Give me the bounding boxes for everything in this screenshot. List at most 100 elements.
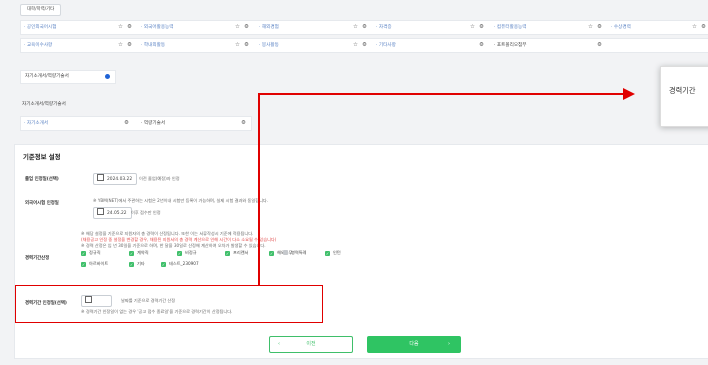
- checkbox-career-type[interactable]: ✓ 비정규: [177, 250, 197, 256]
- gear-icon[interactable]: ⚙: [479, 39, 484, 52]
- zoom-callout: 경력기간: [660, 66, 708, 127]
- chevron-right-icon: ›: [448, 341, 450, 347]
- gear-icon[interactable]: ⚙: [701, 21, 706, 34]
- prev-button-label: 이전: [306, 341, 316, 347]
- checkbox-checked-icon: ✓: [129, 251, 134, 256]
- grid-item[interactable]: · 기타사항 ⚙: [373, 39, 488, 52]
- star-icon[interactable]: ☆: [353, 39, 358, 52]
- checkbox-checked-icon: ✓: [177, 251, 182, 256]
- grid-item-label: · 교육이수사항: [24, 43, 53, 48]
- checkbox-unchecked-icon: [283, 250, 288, 255]
- grid-item[interactable]: · 봉사활동 ☆ ⚙: [256, 39, 371, 52]
- intro-box-label: 자기소개서/역량기술서: [25, 74, 69, 79]
- gear-icon[interactable]: ⚙: [597, 21, 602, 34]
- star-icon[interactable]: ☆: [588, 21, 593, 34]
- foreign-test-date-value: 24.05.22: [107, 211, 127, 216]
- grid-item-label: · 봉사활동: [259, 43, 279, 48]
- section-title: 기준정보 설정: [23, 153, 61, 161]
- grid-item-label: · 자격증: [376, 25, 392, 30]
- calendar-icon: [97, 208, 104, 215]
- grid-item[interactable]: · 외국어활용능력 ☆ ⚙: [138, 21, 253, 34]
- arrow-right-icon: [623, 88, 635, 100]
- foreign-test-note: ※ YBM(NET)에서 주관하는 시험은 2년이내 시험만 등록이 가능하며,…: [93, 198, 269, 203]
- callout-text: 경력기간: [669, 86, 696, 95]
- grad-date-label: 졸업 인정일(선택): [25, 177, 59, 182]
- prev-button[interactable]: ‹ 이전: [269, 336, 353, 353]
- foreign-test-label: 외국어시험 인정일: [25, 201, 59, 206]
- grid-item[interactable]: · 컴퓨터활용능력 ☆ ⚙: [491, 21, 606, 34]
- grad-date-note: 이전 졸업(예정)자 인정: [139, 176, 180, 181]
- intro-section-box: 자기소개서/역량기술서: [20, 70, 116, 84]
- grad-date-value: 2024.03.22: [107, 177, 133, 182]
- intro-item-label: · 자기소개서: [24, 121, 49, 126]
- checkbox-checked-icon: ✓: [269, 251, 274, 256]
- star-icon[interactable]: ☆: [353, 21, 358, 34]
- foreign-test-date-note: 이후 점수만 인정: [131, 210, 161, 215]
- intro-section-title: 자기소개서/역량기술서: [22, 102, 66, 107]
- grad-date-input[interactable]: 2024.03.22: [93, 173, 138, 185]
- star-icon[interactable]: ☆: [692, 21, 697, 34]
- checkbox-career-type[interactable]: ✓ 프리랜서: [225, 250, 248, 256]
- next-button-label: 다음: [409, 341, 419, 347]
- grid-item[interactable]: · 포트폴리오첨부 ⚙: [491, 39, 606, 52]
- grid-item-label: · 공인외국어시험: [24, 25, 57, 30]
- checkbox-checked-icon: ✓: [225, 251, 230, 256]
- gear-icon[interactable]: ⚙: [241, 117, 246, 130]
- grid-item[interactable]: · 해외경험 ☆ ⚙: [256, 21, 371, 34]
- gear-icon[interactable]: ⚙: [127, 39, 132, 52]
- grid-item[interactable]: · 교육이수사항 ☆ ⚙: [21, 39, 136, 52]
- career-calc-label: 경력기간산정: [25, 256, 50, 261]
- grid-item-label: · 기타사항: [376, 43, 396, 48]
- grid-item[interactable]: · 수상경력 ☆ ⚙: [608, 21, 708, 34]
- intro-item[interactable]: · 자기소개서 ⚙: [21, 117, 136, 130]
- checkbox-career-type[interactable]: ✓ 아르바이트: [81, 261, 108, 267]
- next-button[interactable]: 다음 ›: [367, 336, 461, 353]
- checkbox-career-type[interactable]: ✓ 테스트_230907: [161, 261, 199, 267]
- gear-icon[interactable]: ⚙: [597, 39, 602, 52]
- intro-item[interactable]: · 역량기술서 ⚙: [138, 117, 251, 130]
- star-icon[interactable]: ☆: [118, 39, 123, 52]
- grid-item-label: · 학내외활동: [141, 43, 166, 48]
- star-icon[interactable]: ☆: [235, 39, 240, 52]
- gear-icon[interactable]: ⚙: [244, 39, 249, 52]
- grid-item-label: · 외국어활용능력: [141, 25, 174, 30]
- chevron-left-icon: ‹: [278, 341, 280, 347]
- star-icon[interactable]: ☆: [118, 21, 123, 34]
- intro-item-label: · 역량기술서: [141, 121, 166, 126]
- grid-item[interactable]: · 학내외활동 ☆ ⚙: [138, 39, 253, 52]
- checkbox-career-type[interactable]: ✓ 기타: [129, 261, 145, 267]
- gear-icon[interactable]: ⚙: [479, 21, 484, 34]
- grid-item[interactable]: · 자격증 ☆ ⚙: [373, 21, 488, 34]
- checkbox-checked-icon: ✓: [325, 251, 330, 256]
- grid-item-label: · 포트폴리오첨부: [494, 43, 527, 48]
- gear-icon[interactable]: ⚙: [127, 21, 132, 34]
- criteria-settings-card: 기준정보 설정 졸업 인정일(선택) 2024.03.22 이전 졸업(예정)자…: [14, 144, 708, 359]
- grid-item-label: · 수상경력: [611, 25, 631, 30]
- checkbox-checked-icon: ✓: [81, 262, 86, 267]
- checkbox-career-type[interactable]: ✓ 계약직: [129, 250, 149, 256]
- checkbox-career-type[interactable]: 병역특례: [283, 250, 306, 256]
- grid-item-label: · 해외경험: [259, 25, 279, 30]
- grid-item[interactable]: · 공인외국어시험 ☆ ⚙: [21, 21, 136, 34]
- item-grid-row-1: · 공인외국어시험 ☆ ⚙ · 외국어활용능력 ☆ ⚙ · 해외경험 ☆ ⚙ · 자격증 ☆ ⚙…: [20, 20, 708, 35]
- calendar-icon: [97, 174, 104, 181]
- info-dot-icon[interactable]: [105, 74, 110, 79]
- checkbox-career-type[interactable]: ✓ 정규직: [81, 250, 101, 256]
- page: 대학/학력/기타 · 공인외국어시험 ☆ ⚙ · 외국어활용능력 ☆ ⚙ · 해외경험 ☆…: [0, 0, 708, 365]
- gear-icon[interactable]: ⚙: [244, 21, 249, 34]
- highlight-box: [15, 285, 323, 323]
- category-tab[interactable]: 대학/학력/기타: [20, 4, 62, 16]
- annotation-line-horizontal: [258, 93, 624, 95]
- checkbox-checked-icon: ✓: [129, 262, 134, 267]
- annotation-line-vertical: [258, 94, 260, 285]
- star-icon[interactable]: ☆: [470, 21, 475, 34]
- checkbox-career-type[interactable]: ✓ 인턴: [325, 250, 341, 256]
- grid-item-label: · 컴퓨터활용능력: [494, 25, 527, 30]
- item-grid-row-2: · 교육이수사항 ☆ ⚙ · 학내외활동 ☆ ⚙ · 봉사활동 ☆ ⚙ · 기타사항 ⚙ · …: [20, 38, 708, 53]
- foreign-test-date-input[interactable]: 24.05.22: [93, 207, 132, 219]
- intro-items-row: · 자기소개서 ⚙ · 역량기술서 ⚙: [20, 116, 252, 131]
- star-icon[interactable]: ☆: [235, 21, 240, 34]
- gear-icon[interactable]: ⚙: [362, 39, 367, 52]
- gear-icon[interactable]: ⚙: [362, 21, 367, 34]
- gear-icon[interactable]: ⚙: [124, 117, 129, 130]
